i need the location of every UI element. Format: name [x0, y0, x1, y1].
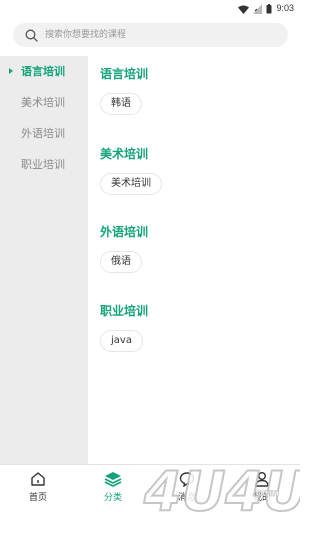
category-content: 语言培训 韩语 美术培训 美术培训 外语培训 俄语 职业培训 java — [88, 56, 300, 464]
user-icon — [232, 469, 292, 489]
active-marker-icon — [9, 68, 13, 74]
sidebar-item-label: 语言培训 — [21, 65, 65, 78]
search-bar — [0, 16, 300, 56]
section-vocational: 职业培训 java — [100, 303, 148, 352]
sidebar-item-label: 美术培训 — [21, 96, 65, 109]
message-icon — [157, 469, 217, 489]
category-sidebar: 语言培训 美术培训 外语培训 职业培训 — [0, 56, 88, 464]
signal-icon — [253, 0, 263, 18]
search-icon[interactable] — [23, 27, 39, 43]
tab-messages[interactable]: 消息 — [157, 469, 217, 509]
search-input[interactable] — [45, 25, 265, 45]
tab-home[interactable]: 首页 — [8, 469, 68, 509]
tab-label: 分类 — [103, 493, 122, 503]
battery-icon — [266, 0, 272, 18]
bottom-tab-bar: 首页 分类 消息 我的 — [0, 464, 300, 533]
sidebar-item-label: 职业培训 — [21, 158, 65, 171]
section-title: 职业培训 — [100, 304, 149, 318]
sidebar-item-foreign-language[interactable]: 外语培训 — [0, 118, 88, 149]
layers-icon — [83, 469, 143, 489]
home-icon — [8, 469, 68, 489]
search-box[interactable] — [13, 23, 288, 47]
section-art: 美术培训 美术培训 — [100, 146, 162, 195]
section-title: 美术培训 — [100, 147, 149, 161]
sidebar-item-art[interactable]: 美术培训 — [0, 87, 88, 118]
tab-profile[interactable]: 我的 — [232, 469, 292, 509]
sidebar-item-label: 外语培训 — [21, 127, 65, 140]
tag-russian[interactable]: 俄语 — [100, 251, 142, 273]
tab-label: 消息 — [177, 493, 196, 503]
section-title: 外语培训 — [100, 225, 149, 239]
section-language: 语言培训 韩语 — [100, 66, 148, 115]
tab-label: 首页 — [28, 493, 47, 503]
section-title: 语言培训 — [100, 67, 149, 81]
section-foreign-language: 外语培训 俄语 — [100, 224, 148, 273]
status-time: 9:03 — [276, 3, 294, 13]
tag-java[interactable]: java — [100, 330, 143, 352]
status-icons: 9:03 — [238, 2, 294, 14]
tag-korean[interactable]: 韩语 — [100, 93, 142, 115]
tab-label: 我的 — [252, 493, 271, 503]
sidebar-item-language[interactable]: 语言培训 — [0, 56, 88, 87]
wifi-icon — [238, 0, 250, 18]
tag-art-training[interactable]: 美术培训 — [100, 173, 162, 195]
status-bar: 9:03 — [0, 0, 300, 16]
sidebar-item-vocational[interactable]: 职业培训 — [0, 149, 88, 180]
tab-category[interactable]: 分类 — [83, 469, 143, 509]
